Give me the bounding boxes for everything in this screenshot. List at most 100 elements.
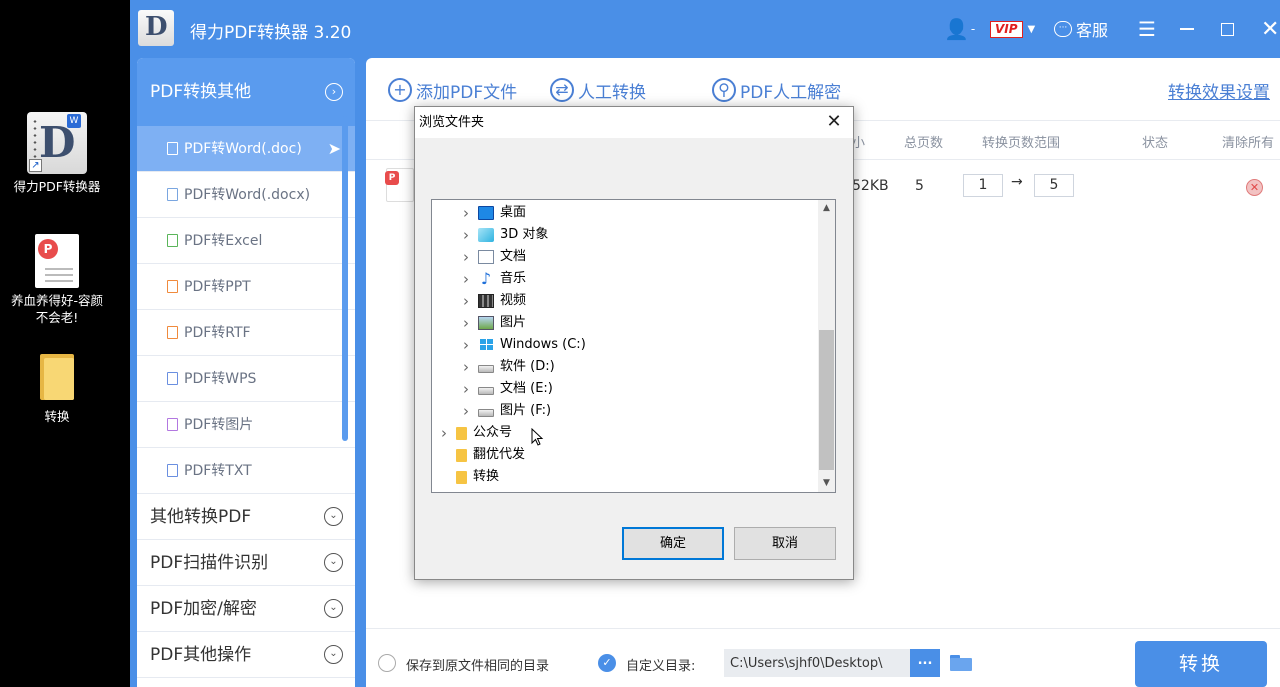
tree-item-4[interactable]: › 视频 [460,290,526,312]
same-dir-radio[interactable] [378,654,396,672]
tree-item-label: 文档 [500,249,527,264]
scroll-down-icon[interactable]: ▼ [818,475,835,492]
expand-chevron-icon[interactable]: › [460,246,472,268]
expand-chevron-icon[interactable]: › [460,224,472,246]
tree-item-11[interactable]: 翻优代发 [438,444,525,466]
desktop-icon [478,206,494,220]
sidebar-group-3[interactable]: PDF其他操作 ⌄ [137,632,355,678]
conversion-settings-link[interactable]: 转换效果设置 [1168,78,1270,103]
scroll-up-icon[interactable]: ▲ [818,200,835,217]
expand-chevron-icon[interactable]: › [460,356,472,378]
desktop-icon-deli-pdf[interactable]: D W ↗ 得力PDF转换器 [10,112,104,195]
expand-chevron-icon[interactable]: › [460,378,472,400]
expand-chevron-icon[interactable]: › [438,422,450,444]
drive-icon [478,409,494,417]
drive-icon [478,387,494,395]
maximize-button[interactable] [1221,15,1234,43]
pdf-file-icon: P [35,234,79,288]
browse-folder-dialog: 浏览文件夹 ✕ › 桌面 › 3D 对象 › 文档 › ♪ 音乐 › 视频 › 图片 › Windows (… [414,106,854,580]
expand-chevron-icon[interactable]: › [460,268,472,290]
tree-item-3[interactable]: › ♪ 音乐 [460,268,526,290]
tree-item-label: Windows (C:) [500,337,586,352]
tree-item-9[interactable]: › 图片 (F:) [460,400,551,422]
sidebar-group-2[interactable]: PDF加密/解密 ⌄ [137,586,355,632]
sidebar-item-1[interactable]: PDF转Word(.docx) [137,172,355,218]
minimize-button[interactable] [1180,15,1194,43]
pictures-icon [478,316,494,330]
sidebar-scrollbar[interactable] [342,116,348,441]
close-button[interactable]: ✕ [1261,15,1279,43]
sidebar-group-label: PDF扫描件识别 [150,553,269,573]
clear-all-button[interactable]: 清除所有 [1222,132,1274,151]
app-logo-icon: D [138,10,174,46]
menu-button[interactable]: ☰ [1138,15,1156,43]
user-icon: 👤 [944,17,969,41]
vip-button[interactable]: VIP ▼ [990,15,1035,43]
tree-item-0[interactable]: › 桌面 [460,202,526,224]
sidebar-item-5[interactable]: PDF转WPS [137,356,355,402]
drive-icon [478,365,494,373]
file-type-icon [167,234,178,247]
ok-button[interactable]: 确定 [622,527,724,560]
tree-item-10[interactable]: › 公众号 [438,422,512,444]
folder-icon [456,470,467,484]
convert-button[interactable]: 转换 [1135,641,1267,687]
pdf-file-icon: P [385,168,414,202]
sidebar-header[interactable]: PDF转换其他 › [137,58,355,126]
tree-item-12[interactable]: 转换 [438,466,499,488]
custom-dir-checkbox[interactable]: ✓ [598,654,616,672]
title-bar: D 得力PDF转换器 3.20 👤 - VIP ▼ ··· 客服 ☰ ✕ [130,0,1280,58]
cancel-button[interactable]: 取消 [734,527,836,560]
customer-service-button[interactable]: ··· 客服 [1054,15,1108,43]
sidebar-item-3[interactable]: PDF转PPT [137,264,355,310]
file-type-icon [167,418,178,431]
desktop-icon-label: 养血养得好-容颜不会老! [10,293,103,325]
tree-scrollbar[interactable]: ▲ ▼ [818,200,835,492]
page-range-from[interactable]: 1 [963,174,1003,197]
swap-icon: ⇄ [550,78,574,102]
sidebar-group-0[interactable]: 其他转换PDF ⌄ [137,494,355,540]
page-range-to[interactable]: 5 [1034,174,1074,197]
file-type-icon [167,464,178,477]
sidebar-item-7[interactable]: PDF转TXT [137,448,355,494]
chevron-right-icon: ➤ [327,139,341,158]
vip-badge: VIP [990,20,1023,38]
open-folder-icon[interactable] [950,655,972,671]
tree-item-2[interactable]: › 文档 [460,246,526,268]
sidebar-item-4[interactable]: PDF转RTF [137,310,355,356]
tree-item-label: 图片 (F:) [500,403,552,418]
tree-item-1[interactable]: › 3D 对象 [460,224,548,246]
add-pdf-button[interactable]: + 添加PDF文件 [388,78,518,103]
expand-chevron-icon[interactable]: › [460,290,472,312]
tree-item-6[interactable]: › Windows (C:) [460,334,586,356]
sidebar-item-2[interactable]: PDF转Excel [137,218,355,264]
sidebar-item-6[interactable]: PDF转图片 [137,402,355,448]
user-button[interactable]: 👤 - [944,15,975,43]
add-pdf-label: 添加PDF文件 [416,82,518,103]
tree-item-8[interactable]: › 文档 (E:) [460,378,553,400]
tree-item-5[interactable]: › 图片 [460,312,526,334]
expand-chevron-icon[interactable]: › [460,202,472,224]
delete-icon[interactable]: ✕ [1246,179,1263,196]
sidebar-item-0[interactable]: PDF转Word(.doc) ➤ [137,126,355,172]
expand-chevron-icon[interactable]: › [460,334,472,356]
windows-drive-icon [478,338,494,352]
tree-item-label: 视频 [500,293,527,308]
same-dir-label: 保存到原文件相同的目录 [406,659,550,674]
manual-convert-button[interactable]: ⇄ 人工转换 [550,78,646,103]
app-icon: D W ↗ [27,112,87,174]
sidebar-group-1[interactable]: PDF扫描件识别 ⌄ [137,540,355,586]
expand-chevron-icon[interactable]: › [460,312,472,334]
tree-item-7[interactable]: › 软件 (D:) [460,356,555,378]
dialog-close-icon[interactable]: ✕ [823,111,845,133]
footer: 保存到原文件相同的目录 ✓ 自定义目录: ... 转换 [366,628,1280,687]
desktop-icon-folder[interactable]: 转换 [10,352,104,425]
desktop-icon-pdf-file[interactable]: P 养血养得好-容颜不会老! [10,234,104,326]
output-path-input[interactable] [724,649,910,677]
desktop-icon-label: 得力PDF转换器 [13,179,101,194]
expand-chevron-icon[interactable]: › [460,400,472,422]
scroll-thumb[interactable] [819,330,834,470]
maximize-icon [1221,22,1234,36]
manual-decrypt-button[interactable]: ⚲ PDF人工解密 [712,78,841,103]
browse-button[interactable]: ... [910,649,940,677]
